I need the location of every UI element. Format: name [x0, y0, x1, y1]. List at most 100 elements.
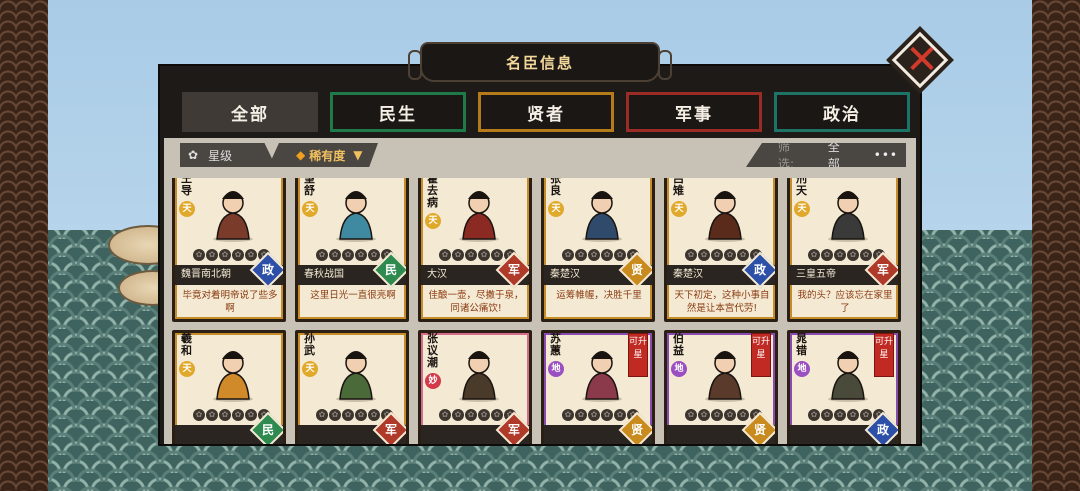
rarity-badge: 天: [302, 361, 318, 377]
minister-name: 伯益: [673, 332, 684, 357]
minister-card[interactable]: 张议潮 妙 ✿✿✿✿✿✿ 军: [418, 330, 532, 444]
star-filter-label: 星级: [208, 148, 233, 163]
category-label: 政: [876, 423, 889, 437]
category-label: 军: [384, 423, 397, 437]
star-icon: ✿: [562, 409, 574, 421]
star-icon: ✿: [685, 249, 697, 261]
star-icon: ✿: [478, 249, 490, 261]
close-button[interactable]: ✕: [888, 31, 954, 90]
category-label: 贤: [630, 263, 643, 277]
minister-portrait: [705, 351, 745, 402]
category-label: 政: [261, 263, 274, 277]
rarity-filter-button[interactable]: ◆ 稀有度 ▼: [268, 143, 378, 167]
star-icon: ✿: [219, 409, 231, 421]
tab-sages[interactable]: 贤者: [478, 92, 614, 132]
rarity-badge: 天: [671, 201, 687, 217]
minister-card[interactable]: 伯益 地 ✿✿✿✿✿✿ 贤 可升星: [664, 330, 778, 444]
star-icon: ✿: [206, 409, 218, 421]
star-icon: ✿: [724, 249, 736, 261]
minister-portrait: [213, 351, 253, 402]
star-icon: ✿: [724, 409, 736, 421]
rarity-badge: 天: [302, 201, 318, 217]
star-icon: ✿: [452, 409, 464, 421]
category-label: 政: [753, 263, 766, 277]
minister-card[interactable]: 吕雉 天 ✿✿✿✿✿✿ 秦楚汉 政 天下初定，这种小事自然是让本宫代劳!: [664, 178, 778, 322]
minister-quote: 运筹帷幄，决胜千里: [556, 290, 642, 301]
minister-card[interactable]: 望舒 天 ✿✿✿✿✿✿ 春秋战国 民 这里日光一直很亮啊: [295, 178, 409, 322]
minister-card[interactable]: 霍去病 天 ✿✿✿✿✿✿ 大汉 军 佳酿一壶，尽撒于泉，同诸公痛饮!: [418, 178, 532, 322]
star-icon: ✿: [808, 249, 820, 261]
star-icon: ✿: [601, 249, 613, 261]
rarity-badge: 地: [794, 361, 810, 377]
star-icon: ✿: [834, 249, 846, 261]
rarity-badge: 天: [179, 201, 195, 217]
star-icon: ✿: [193, 249, 205, 261]
minister-name: 刑天: [796, 178, 807, 197]
star-icon: ✿: [698, 249, 710, 261]
star-icon: ✿: [439, 409, 451, 421]
tab-military[interactable]: 军事: [626, 92, 762, 132]
star-icon: ✿: [232, 409, 244, 421]
minister-card[interactable]: 苏蕙 地 ✿✿✿✿✿✿ 贤 可升星: [541, 330, 655, 444]
category-label: 贤: [753, 423, 766, 437]
category-tabs: 全部 民生 贤者 军事 政治: [182, 92, 910, 132]
category-label: 军: [507, 423, 520, 437]
minister-portrait: [336, 191, 376, 242]
minister-name: 晁错: [796, 332, 807, 357]
minister-card[interactable]: 张良 天 ✿✿✿✿✿✿ 秦楚汉 贤 运筹帷幄，决胜千里: [541, 178, 655, 322]
screen-filter-value: 全部: [827, 140, 840, 171]
upgrade-star-badge: 可升星: [628, 333, 648, 377]
star-icon: ✿: [711, 409, 723, 421]
close-icon: ✕: [905, 37, 939, 83]
minister-card[interactable]: 刑天 天 ✿✿✿✿✿✿ 三皇五帝 军 我的头？应该忘在家里了: [787, 178, 901, 322]
star-filter-button[interactable]: ✿ 星级: [180, 143, 276, 167]
star-icon: ✿: [316, 249, 328, 261]
rarity-badge: 天: [794, 201, 810, 217]
star-icon: ✿: [478, 409, 490, 421]
star-icon: ✿: [206, 249, 218, 261]
minister-card-grid: 王导 天 ✿✿✿✿✿✿ 魏晋南北朝 政 毕竟对着明帝说了些多啊 望舒 天 ✿✿✿…: [172, 178, 912, 444]
star-icon: ✿: [588, 249, 600, 261]
minister-card[interactable]: 羲和 天 ✿✿✿✿✿✿ 民: [172, 330, 286, 444]
rarity-badge: 天: [548, 201, 564, 217]
more-icon[interactable]: •••: [874, 148, 898, 162]
star-icon: ✿: [245, 409, 257, 421]
star-icon: ✿: [847, 249, 859, 261]
star-icon: ✿: [562, 249, 574, 261]
star-icon: ✿: [821, 409, 833, 421]
minister-name: 霍去病: [427, 178, 438, 209]
star-icon: ✿: [316, 409, 328, 421]
minister-card[interactable]: 孙武 天 ✿✿✿✿✿✿ 军: [295, 330, 409, 444]
star-icon: ✿: [860, 249, 872, 261]
category-label: 军: [876, 263, 889, 277]
star-icon: ✿: [614, 249, 626, 261]
star-icon: ✿: [834, 409, 846, 421]
star-icon: ✿: [232, 249, 244, 261]
star-icon: ✿: [588, 409, 600, 421]
star-icon: ✿: [575, 409, 587, 421]
minister-name: 羲和: [181, 332, 192, 357]
screen-filter-button[interactable]: 筛选: 全部 •••: [746, 143, 906, 167]
star-icon: ✿: [737, 249, 749, 261]
rarity-filter-label: 稀有度: [309, 148, 346, 163]
minister-portrait: [336, 351, 376, 402]
star-icon: ✿: [329, 409, 341, 421]
star-icon: ✿: [847, 409, 859, 421]
star-icon: ✿: [698, 409, 710, 421]
minister-portrait: [828, 191, 868, 242]
category-label: 贤: [630, 423, 643, 437]
minister-portrait: [582, 351, 622, 402]
minister-quote: 这里日光一直很亮啊: [310, 290, 396, 301]
tab-politics[interactable]: 政治: [774, 92, 910, 132]
minister-card[interactable]: 晁错 地 ✿✿✿✿✿✿ 政 可升星: [787, 330, 901, 444]
star-icon: ✿: [368, 249, 380, 261]
left-border-pattern: [0, 0, 48, 491]
star-icon: ✿: [491, 409, 503, 421]
tab-all[interactable]: 全部: [182, 92, 318, 132]
star-icon: ✿: [491, 249, 503, 261]
ministers-panel: 全部 民生 贤者 军事 政治 ✿ 星级 ◆ 稀有度 ▼ 筛选: 全部 ••• 王…: [158, 64, 922, 446]
minister-quote: 佳酿一壶，尽撒于泉，同诸公痛饮!: [428, 290, 524, 314]
minister-card[interactable]: 王导 天 ✿✿✿✿✿✿ 魏晋南北朝 政 毕竟对着明帝说了些多啊: [172, 178, 286, 322]
flower-icon: ✿: [188, 148, 199, 162]
tab-livelihood[interactable]: 民生: [330, 92, 466, 132]
